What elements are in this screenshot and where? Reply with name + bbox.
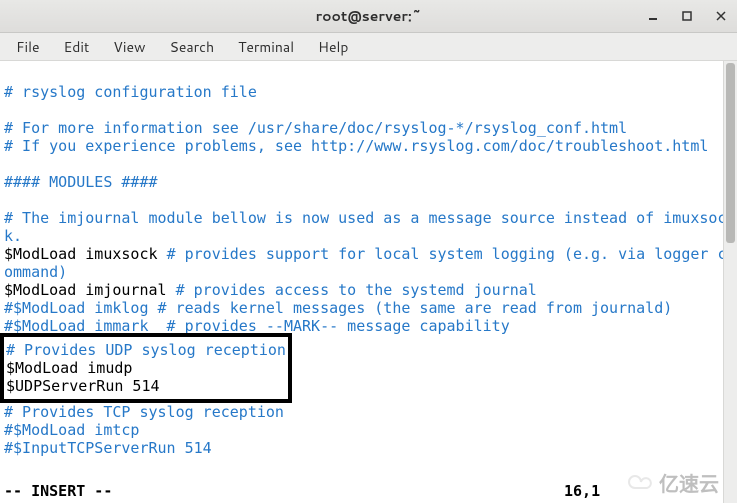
maximize-button[interactable] — [679, 8, 695, 24]
editor-line: # For more information see /usr/share/do… — [4, 119, 627, 137]
editor-line: $ModLoad imjournal # provides access to … — [4, 281, 537, 299]
menubar: File Edit View Search Terminal Help — [0, 33, 737, 61]
highlight-line: $ModLoad imudp — [6, 359, 132, 377]
editor-line: #$ModLoad imtcp — [4, 421, 139, 439]
editor-line: # If you experience problems, see http:/… — [4, 137, 708, 155]
menu-edit[interactable]: Edit — [54, 34, 100, 60]
scroll-thumb[interactable] — [726, 63, 735, 243]
editor-line: $ModLoad imuxsock # provides support for… — [4, 245, 726, 263]
menu-search[interactable]: Search — [160, 34, 225, 60]
window-title: root@server:~ — [316, 6, 422, 26]
menu-terminal[interactable]: Terminal — [228, 34, 304, 60]
editor-line: ommand) — [4, 263, 67, 281]
window-controls — [645, 8, 729, 24]
editor-line: #$InputTCPServerRun 514 — [4, 439, 212, 457]
editor-line: # Provides TCP syslog reception — [4, 403, 284, 421]
editor-line: # rsyslog configuration file — [4, 83, 257, 101]
editor-line: #### MODULES #### — [4, 173, 158, 191]
highlight-box: # Provides UDP syslog reception $ModLoad… — [4, 337, 288, 399]
titlebar: root@server:~ — [0, 0, 737, 33]
minimize-button[interactable] — [645, 8, 661, 24]
terminal-area[interactable]: # rsyslog configuration file # For more … — [0, 61, 737, 503]
editor-line: # The imjournal module bellow is now use… — [4, 209, 726, 227]
menu-help[interactable]: Help — [308, 34, 358, 60]
highlight-line: # Provides UDP syslog reception — [6, 341, 286, 359]
scrollbar[interactable] — [723, 61, 737, 503]
editor-line: #$ModLoad immark # provides --MARK-- mes… — [4, 317, 510, 335]
vim-cursor-position: 16,1 — [564, 482, 600, 500]
highlight-line: $UDPServerRun 514 — [6, 377, 160, 395]
editor-line: k. — [4, 227, 22, 245]
close-button[interactable] — [713, 8, 729, 24]
editor-line: #$ModLoad imklog # reads kernel messages… — [4, 299, 672, 317]
menu-view[interactable]: View — [103, 34, 155, 60]
vim-statusline: -- INSERT -- 16,1 — [4, 482, 731, 500]
vim-mode: -- INSERT -- — [4, 482, 112, 500]
menu-file[interactable]: File — [6, 34, 50, 60]
